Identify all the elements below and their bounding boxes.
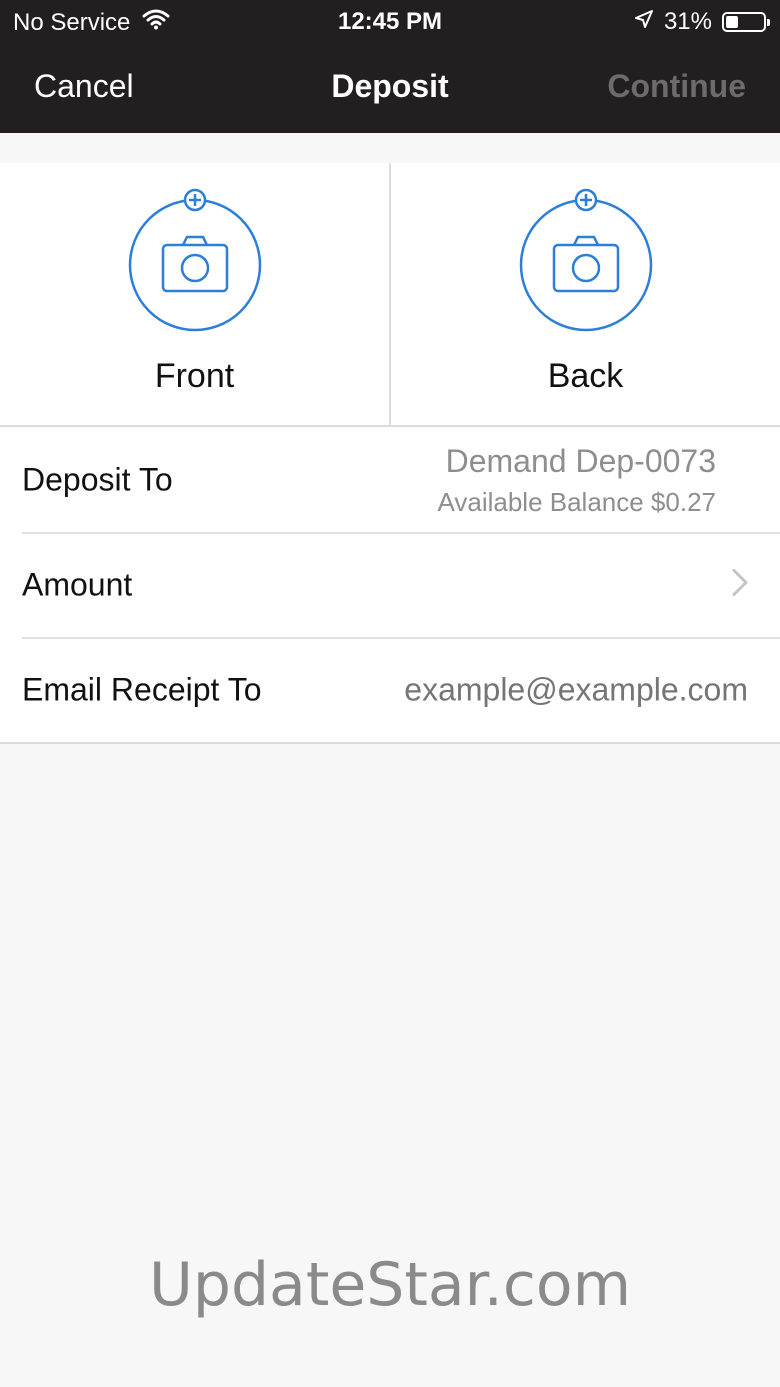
- chevron-right-icon: [732, 568, 748, 601]
- capture-front-button[interactable]: Front: [0, 163, 391, 425]
- email-label: Email Receipt To: [22, 671, 262, 707]
- email-receipt-row: Email Receipt To: [0, 637, 780, 742]
- back-label: Back: [547, 357, 624, 395]
- deposit-to-row[interactable]: Deposit To Demand Dep-0073 Available Bal…: [0, 427, 780, 532]
- amount-row[interactable]: Amount: [0, 532, 780, 637]
- deposit-form: Deposit To Demand Dep-0073 Available Bal…: [0, 427, 780, 744]
- battery-percent: 31%: [663, 8, 712, 35]
- deposit-account: Demand Dep-0073: [445, 443, 716, 479]
- available-balance: Available Balance $0.27: [437, 487, 716, 517]
- capture-back-button[interactable]: Back: [391, 163, 780, 425]
- check-capture-panel: Front Back: [0, 163, 780, 427]
- watermark-text: UpdateStar.com: [148, 1250, 632, 1320]
- camera-add-icon: [128, 188, 261, 332]
- email-field[interactable]: [346, 670, 750, 709]
- top-bar: No Service 12:45 PM 31% Cancel Deposit C…: [0, 0, 780, 133]
- front-label: Front: [154, 357, 235, 395]
- continue-button[interactable]: Continue: [607, 68, 746, 105]
- location-icon: [634, 8, 654, 36]
- battery-icon: [722, 12, 770, 32]
- status-bar: No Service 12:45 PM 31%: [0, 8, 780, 38]
- navigation-bar: Cancel Deposit Continue: [0, 62, 780, 114]
- camera-add-icon: [519, 188, 652, 332]
- deposit-to-label: Deposit To: [22, 461, 173, 497]
- amount-label: Amount: [22, 566, 133, 602]
